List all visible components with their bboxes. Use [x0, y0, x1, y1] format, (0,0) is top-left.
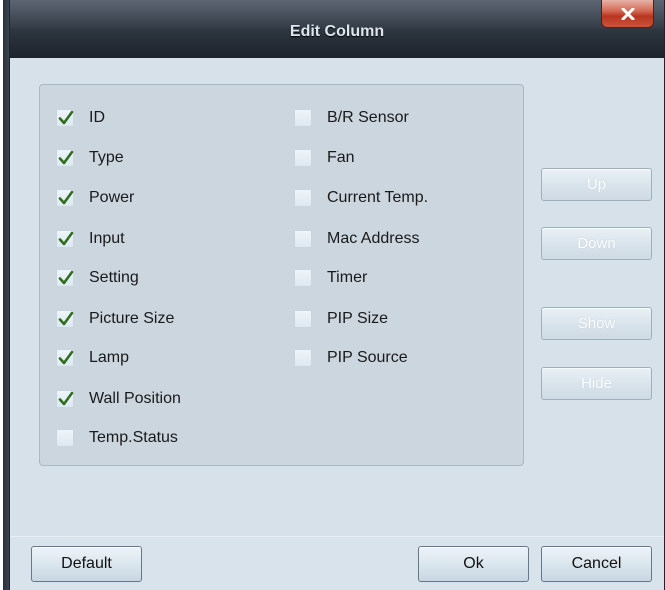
checkbox-type[interactable]: [56, 149, 74, 167]
column-option-mac-address[interactable]: Mac Address: [294, 229, 419, 249]
checkbox-input[interactable]: [56, 230, 74, 248]
checkmark-icon: [58, 391, 74, 406]
edit-column-dialog: Edit Column ID Type Power Input Setting …: [9, 0, 665, 590]
column-option-label: Current Temp.: [327, 189, 429, 206]
column-option-power[interactable]: Power: [56, 188, 134, 208]
column-option-input[interactable]: Input: [56, 229, 125, 249]
column-option-label: Type: [89, 149, 124, 166]
close-icon: [621, 7, 634, 20]
column-option-timer[interactable]: Timer: [294, 268, 367, 288]
checkmark-icon: [58, 190, 74, 205]
checkbox-fan[interactable]: [294, 149, 312, 167]
column-option-pip-source[interactable]: PIP Source: [294, 348, 408, 368]
checkbox-temp-status[interactable]: [56, 429, 74, 447]
column-option-label: PIP Size: [327, 310, 389, 327]
column-option-fan[interactable]: Fan: [294, 148, 355, 168]
column-option-br-sensor[interactable]: B/R Sensor: [294, 108, 409, 128]
column-option-label: B/R Sensor: [327, 109, 409, 126]
column-option-label: Timer: [327, 269, 368, 286]
checkbox-picture-size[interactable]: [56, 310, 74, 328]
window-frame-edge: [0, 0, 9, 590]
default-button[interactable]: Default: [31, 546, 142, 582]
checkmark-icon: [58, 270, 74, 285]
footer-divider: [10, 536, 664, 537]
column-option-setting[interactable]: Setting: [56, 268, 139, 288]
column-option-label: Mac Address: [327, 230, 420, 247]
hide-button[interactable]: Hide: [541, 367, 652, 400]
show-button[interactable]: Show: [541, 307, 652, 340]
column-option-id[interactable]: ID: [56, 108, 105, 128]
dialog-title: Edit Column: [289, 23, 385, 40]
column-option-pip-size[interactable]: PIP Size: [294, 309, 388, 329]
checkmark-icon: [58, 150, 74, 165]
checkbox-timer[interactable]: [294, 269, 312, 287]
checkbox-setting[interactable]: [56, 269, 74, 287]
checkbox-wall-position[interactable]: [56, 390, 74, 408]
checkmark-icon: [58, 350, 74, 365]
checkmark-icon: [58, 110, 74, 125]
checkbox-pip-size[interactable]: [294, 310, 312, 328]
checkbox-id[interactable]: [56, 109, 74, 127]
checkmark-icon: [58, 231, 74, 246]
checkmark-icon: [58, 311, 74, 326]
title-bar[interactable]: Edit Column: [10, 0, 664, 58]
column-option-type[interactable]: Type: [56, 148, 124, 168]
column-option-wall-position[interactable]: Wall Position: [56, 389, 181, 409]
close-button[interactable]: [601, 0, 654, 28]
column-option-label: Lamp: [89, 349, 130, 366]
checkbox-pip-source[interactable]: [294, 349, 312, 367]
column-option-picture-size[interactable]: Picture Size: [56, 309, 174, 329]
checkbox-mac-address[interactable]: [294, 230, 312, 248]
checkbox-br-sensor[interactable]: [294, 109, 312, 127]
ok-button[interactable]: Ok: [418, 546, 529, 582]
column-option-label: PIP Source: [327, 349, 408, 366]
checkbox-power[interactable]: [56, 189, 74, 207]
down-button[interactable]: Down: [541, 227, 652, 260]
column-option-label: Fan: [327, 149, 355, 166]
column-option-current-temp[interactable]: Current Temp.: [294, 188, 428, 208]
checkbox-current-temp[interactable]: [294, 189, 312, 207]
column-option-label: Setting: [89, 269, 139, 286]
checkbox-lamp[interactable]: [56, 349, 74, 367]
column-option-label: Power: [89, 189, 135, 206]
column-option-label: Picture Size: [89, 310, 175, 327]
column-option-label: Input: [89, 230, 125, 247]
column-option-label: Temp.Status: [89, 429, 178, 446]
cancel-button[interactable]: Cancel: [541, 546, 652, 582]
column-option-label: ID: [89, 109, 105, 126]
up-button[interactable]: Up: [541, 168, 652, 201]
column-option-lamp[interactable]: Lamp: [56, 348, 129, 368]
column-option-temp-status[interactable]: Temp.Status: [56, 428, 178, 448]
column-option-label: Wall Position: [89, 390, 181, 407]
